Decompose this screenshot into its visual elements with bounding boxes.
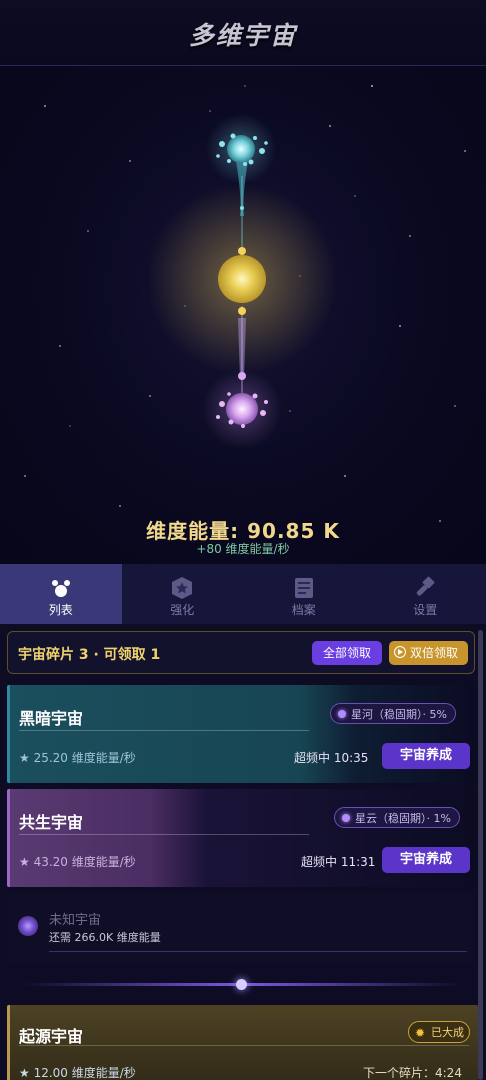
card-divider xyxy=(19,1045,469,1046)
page-title: 多维宇宙 xyxy=(188,21,297,50)
unlock-requirement: 还需 266.0K 维度能量 xyxy=(49,931,161,944)
center-universe-orb[interactable] xyxy=(218,255,266,303)
universe-card-dark[interactable]: 黑暗宇宙 星河（稳固期）· 5% ★ 25.20 维度能量/秒 超频中 10:3… xyxy=(7,685,478,783)
stage-badge: 星河（稳固期）· 5% xyxy=(330,703,456,724)
universe-name: 黑暗宇宙 xyxy=(19,709,84,728)
locked-universe-name: 未知宇宙 xyxy=(49,913,102,928)
universe-card-origin[interactable]: 起源宇宙 ✹ 已大成 ★ 12.00 维度能量/秒 下一个碎片：4:24 xyxy=(7,1005,478,1080)
universe-rate: ★ 43.20 维度能量/秒 xyxy=(19,855,136,869)
card-divider xyxy=(49,951,467,952)
locked-universe-icon xyxy=(18,916,38,936)
universe-card-symbiotic[interactable]: 共生宇宙 星云（稳固期）· 1% ★ 43.20 维度能量/秒 超频中 11:3… xyxy=(7,789,478,887)
tab-archive-label: 档案 xyxy=(291,603,316,617)
cultivate-button[interactable]: 宇宙养成 xyxy=(382,743,470,769)
tab-archive[interactable]: 档案 xyxy=(243,564,365,624)
tab-settings[interactable]: 设置 xyxy=(365,564,486,624)
double-claim-label: 双倍领取 xyxy=(410,646,459,660)
app-header: 多维宇宙 xyxy=(0,0,486,66)
stage-badge-label: 星河（稳固期）· 5% xyxy=(351,708,447,721)
archive-icon xyxy=(294,578,313,598)
tab-list[interactable]: 列表 xyxy=(0,564,122,624)
tab-upgrade-label: 强化 xyxy=(170,603,195,617)
cultivate-button[interactable]: 宇宙养成 xyxy=(382,847,470,873)
next-shard-timer: 下一个碎片：4:24 xyxy=(363,1066,462,1080)
universe-list-panel[interactable]: 宇宙碎片 3 · 可领取 1 全部领取 双倍领取 黑暗宇宙 星河（稳固期）· 5… xyxy=(0,624,486,1080)
universe-rate: ★ 12.00 维度能量/秒 xyxy=(19,1066,136,1080)
upgrade-icon xyxy=(172,577,193,599)
play-video-icon xyxy=(394,646,406,658)
tab-upgrade[interactable]: 强化 xyxy=(122,564,244,624)
universe-card-locked: 未知宇宙 还需 266.0K 维度能量 xyxy=(7,893,475,964)
double-claim-button[interactable]: 双倍领取 xyxy=(389,641,468,665)
settings-icon xyxy=(417,576,435,596)
universe-scene: 维度能量: 90.85 K +80 维度能量/秒 xyxy=(0,66,486,564)
list-icon xyxy=(51,580,70,597)
universe-rate: ★ 25.20 维度能量/秒 xyxy=(19,751,136,765)
tab-bar: 列表 强化 档案 设置 xyxy=(0,564,486,624)
tab-list-label: 列表 xyxy=(48,603,73,617)
top-universe-orb[interactable] xyxy=(227,135,255,163)
shard-bar: 宇宙碎片 3 · 可领取 1 全部领取 双倍领取 xyxy=(7,631,475,674)
card-divider xyxy=(19,834,309,835)
stage-badge-label: 星云（稳固期）· 1% xyxy=(355,812,451,825)
overclock-timer: 超频中 10:35 xyxy=(294,751,369,765)
universe-name: 起源宇宙 xyxy=(19,1027,84,1046)
claim-all-button[interactable]: 全部领取 xyxy=(312,641,382,665)
sun-icon: ✹ xyxy=(415,1026,426,1040)
nebula-dot-icon xyxy=(338,710,346,718)
stage-badge: 星云（稳固期）· 1% xyxy=(334,807,460,828)
completed-badge: ✹ 已大成 xyxy=(408,1021,470,1043)
divider-node xyxy=(236,979,247,990)
scrollbar[interactable] xyxy=(478,630,483,1080)
universe-name: 共生宇宙 xyxy=(19,813,84,832)
nebula-dot-icon xyxy=(342,814,350,822)
shard-count: 宇宙碎片 3 · 可领取 1 xyxy=(18,647,161,663)
tab-settings-label: 设置 xyxy=(413,603,438,617)
card-divider xyxy=(19,730,309,731)
overclock-timer: 超频中 11:31 xyxy=(301,855,376,869)
universe-chain-graphic xyxy=(24,85,466,522)
energy-rate: +80 维度能量/秒 xyxy=(196,542,290,556)
completed-badge-label: 已大成 xyxy=(431,1026,464,1039)
